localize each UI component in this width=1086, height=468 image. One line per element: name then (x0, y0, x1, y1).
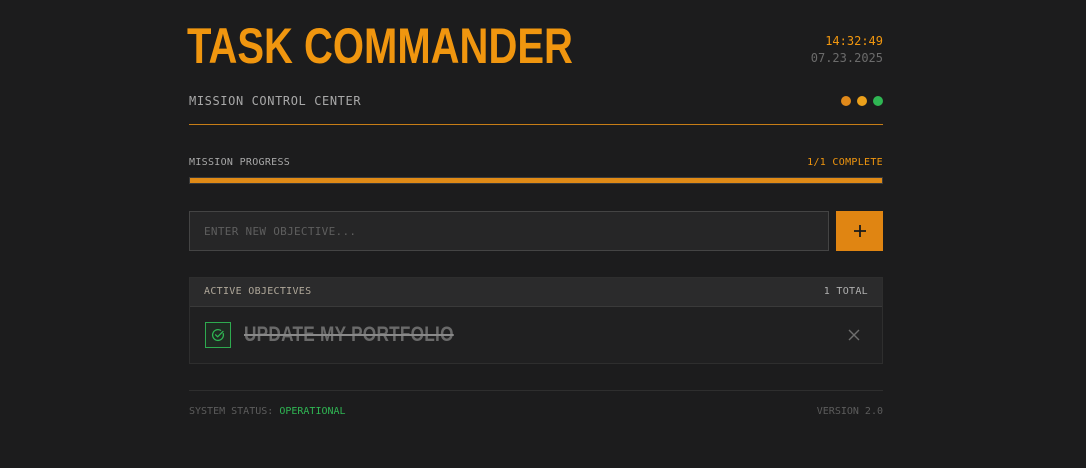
system-status: SYSTEM STATUS: OPERATIONAL (189, 406, 346, 418)
new-objective-input[interactable] (189, 211, 829, 251)
objectives-panel: ACTIVE OBJECTIVES 1 TOTAL UPDATE MY PORT… (189, 277, 883, 364)
plus-icon (836, 224, 883, 238)
objectives-panel-header: ACTIVE OBJECTIVES 1 TOTAL (190, 278, 882, 307)
clock-date: 07.23.2025 (810, 51, 883, 65)
app-title: TASK COMMANDER (187, 18, 573, 74)
orange-dot (841, 96, 851, 106)
footer-divider (189, 390, 883, 391)
objectives-title: ACTIVE OBJECTIVES (204, 286, 312, 297)
delete-objective-button[interactable] (846, 327, 862, 343)
objective-text: UPDATE MY PORTFOLIO (244, 323, 454, 346)
app-subtitle: MISSION CONTROL CENTER (189, 94, 362, 108)
objective-complete-toggle[interactable] (205, 322, 231, 348)
progress-bar-fill (190, 178, 882, 183)
check-circle-icon (206, 328, 230, 342)
progress-label: MISSION PROGRESS (189, 157, 291, 168)
system-status-value: OPERATIONAL (279, 406, 346, 417)
close-icon (846, 329, 862, 346)
header: TASK COMMANDER 14:32:49 07.23.2025 MISSI… (187, 0, 883, 125)
amber-dot (857, 96, 867, 106)
version-label: VERSION 2.0 (816, 406, 883, 417)
objectives-count: 1 TOTAL (823, 286, 868, 297)
progress-count: 1/1 COMPLETE (807, 157, 883, 168)
task-commander-app: TASK COMMANDER 14:32:49 07.23.2025 MISSI… (187, 0, 883, 468)
clock-time: 14:32:49 (825, 34, 883, 48)
progress-bar (189, 177, 883, 184)
green-dot (873, 96, 883, 106)
objective-item: UPDATE MY PORTFOLIO (190, 307, 882, 363)
add-objective-button[interactable] (836, 211, 883, 251)
status-indicators (841, 96, 883, 106)
system-status-label: SYSTEM STATUS: (189, 406, 274, 417)
